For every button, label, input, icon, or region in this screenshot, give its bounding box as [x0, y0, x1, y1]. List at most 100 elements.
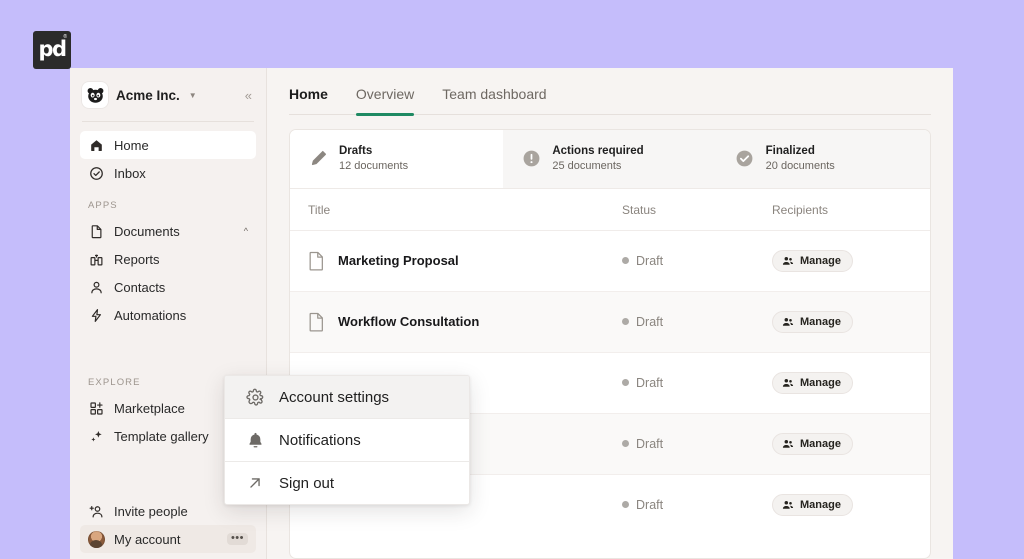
tabs-bar: Home Overview Team dashboard [267, 68, 953, 116]
home-icon [88, 137, 104, 153]
menu-item-label: Sign out [279, 474, 335, 492]
stat-subtitle: 25 documents [552, 159, 622, 172]
sidebar-item-my-account[interactable]: My account ••• [80, 525, 256, 553]
document-icon [308, 251, 325, 271]
chevron-up-icon[interactable]: ^ [244, 226, 248, 236]
stat-subtitle: 20 documents [765, 159, 835, 172]
sidebar-item-label: Inbox [114, 165, 146, 181]
stat-tab-actions-required[interactable]: Actions required 25 documents [503, 130, 716, 188]
panda-avatar-icon [82, 82, 108, 108]
sparkle-icon [88, 428, 104, 444]
tabs: Home Overview Team dashboard [289, 86, 931, 116]
sidebar-item-automations[interactable]: Automations [80, 301, 256, 329]
manage-button-label: Manage [800, 315, 841, 328]
sidebar-item-label: Invite people [114, 503, 188, 519]
sidebar-item-label: Home [114, 137, 149, 153]
sidebar-item-contacts[interactable]: Contacts [80, 273, 256, 301]
sidebar-item-reports[interactable]: Reports [80, 245, 256, 273]
menu-item-account-settings[interactable]: Account settings [225, 376, 469, 418]
brand-trademark: ® [63, 34, 67, 40]
manage-button[interactable]: Manage [772, 432, 853, 455]
status-label: Draft [636, 375, 664, 390]
status-dot [622, 440, 629, 448]
gear-icon [245, 387, 265, 407]
stat-tab-drafts[interactable]: Drafts 12 documents [290, 130, 504, 188]
stat-tabs: Drafts 12 documents Actions required 25 … [290, 130, 930, 189]
account-context-menu: Account settings Notifications Sign out [224, 375, 470, 505]
status-dot [622, 318, 629, 326]
manage-button[interactable]: Manage [772, 249, 853, 272]
exclamation-circle-icon [521, 149, 541, 169]
people-icon [782, 255, 794, 267]
sidebar-item-label: Reports [114, 251, 160, 267]
menu-item-label: Account settings [279, 388, 390, 406]
sidebar-item-inbox[interactable]: Inbox [80, 159, 256, 187]
status-label: Draft [636, 314, 664, 329]
arrow-up-right-icon [245, 473, 265, 493]
sidebar-section-apps-label: APPS [88, 200, 118, 211]
sidebar-item-label: Documents [114, 223, 180, 239]
sidebar-item-label: Automations [114, 307, 187, 323]
user-avatar [87, 530, 105, 548]
person-icon [88, 279, 104, 295]
check-circle-icon [88, 165, 104, 181]
status-dot [622, 257, 629, 265]
sidebar-bottom: Invite people My account ••• [70, 497, 266, 559]
person-plus-icon [88, 503, 104, 519]
status-label: Draft [636, 497, 664, 512]
column-header-recipients: Recipients [772, 202, 829, 217]
people-icon [782, 499, 794, 511]
status-dot [622, 501, 629, 509]
manage-button-label: Manage [800, 498, 841, 511]
grid-plus-icon [88, 400, 104, 416]
sidebar-item-label: Marketplace [114, 400, 185, 416]
menu-item-notifications[interactable]: Notifications [225, 419, 469, 461]
lightning-icon [88, 307, 104, 323]
manage-button[interactable]: Manage [772, 493, 853, 516]
sidebar-item-label: Contacts [114, 279, 166, 295]
table-header: Title Status Recipients [290, 189, 930, 231]
column-header-status: Status [622, 202, 657, 217]
tab-overview[interactable]: Overview [355, 86, 415, 116]
status-label: Draft [636, 436, 664, 451]
workspace-switcher[interactable]: Acme Inc. ▼ « [70, 68, 266, 121]
pencil-icon [308, 149, 328, 169]
double-chevron-left-icon[interactable]: « [245, 88, 254, 103]
stat-subtitle: 12 documents [339, 159, 409, 172]
people-icon [782, 438, 794, 450]
menu-item-label: Notifications [279, 431, 361, 449]
bell-icon [245, 430, 265, 450]
brand-logo: pd ® [33, 31, 71, 69]
app-window: Acme Inc. ▼ « Home Inbox APPS Documents … [70, 68, 953, 559]
brand-logo-mark: pd [38, 36, 67, 61]
tab-team-dashboard[interactable]: Team dashboard [442, 86, 546, 114]
status-dot [622, 379, 629, 387]
stat-tab-finalized[interactable]: Finalized 20 documents [717, 130, 930, 188]
sidebar-item-documents[interactable]: Documents ^ [80, 217, 256, 245]
manage-button-label: Manage [800, 437, 841, 450]
page-title: Home [289, 86, 328, 102]
manage-button[interactable]: Manage [772, 310, 853, 333]
check-circle-filled-icon [735, 149, 755, 169]
people-icon [782, 316, 794, 328]
chevron-down-icon[interactable]: ▼ [189, 91, 197, 100]
document-title: Marketing Proposal [338, 253, 459, 269]
document-icon [308, 312, 325, 332]
bar-chart-icon [88, 251, 104, 267]
sidebar-item-home[interactable]: Home [80, 131, 256, 159]
sidebar-divider [82, 121, 254, 122]
manage-button-label: Manage [800, 254, 841, 267]
people-icon [782, 377, 794, 389]
stat-title: Drafts [339, 145, 373, 157]
workspace-name: Acme Inc. [116, 87, 180, 103]
table-row[interactable]: Marketing Proposal Draft Manage [290, 230, 930, 292]
menu-item-sign-out[interactable]: Sign out [225, 462, 469, 504]
document-icon [88, 223, 104, 239]
table-row[interactable]: Workflow Consultation Draft Manage [290, 291, 930, 353]
stat-title: Finalized [765, 145, 815, 157]
status-label: Draft [636, 253, 664, 268]
ellipsis-icon[interactable]: ••• [226, 533, 248, 545]
document-title: Workflow Consultation [338, 314, 480, 330]
manage-button[interactable]: Manage [772, 371, 853, 394]
sidebar-item-label: Template gallery [114, 428, 209, 444]
